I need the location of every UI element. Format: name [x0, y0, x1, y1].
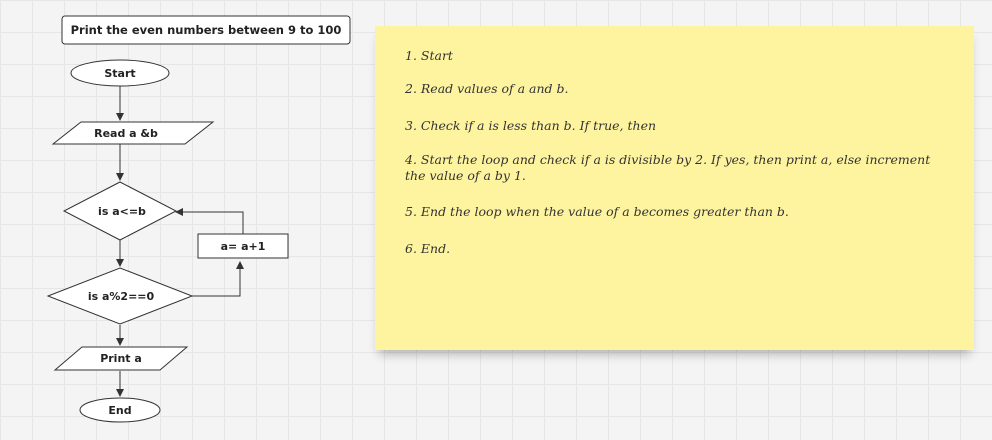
- connector-even-check-to-increment: [192, 261, 244, 297]
- start-label: Start: [104, 67, 135, 80]
- sticky-step-1: 1. Start: [405, 48, 453, 63]
- decision-even-check-label: is a%2==0: [88, 290, 155, 303]
- increment-process-box[interactable]: a= a+1: [197, 233, 289, 259]
- read-input-label: Read a &b: [94, 127, 158, 140]
- sticky-note[interactable]: 1. Start 2. Read values of a and b. 3. C…: [375, 26, 974, 350]
- decision-a-le-b[interactable]: is a<=b: [62, 181, 178, 241]
- flowchart: Print the even numbers between 9 to 100 …: [46, 15, 351, 423]
- decision-a-le-b-label: is a<=b: [98, 205, 146, 218]
- read-input-shape[interactable]: Read a &b: [51, 121, 215, 145]
- start-terminator[interactable]: Start: [70, 59, 170, 87]
- sticky-step-3: 3. Check if a is less than b. If true, t…: [405, 118, 657, 133]
- title-text: Print the even numbers between 9 to 100: [71, 23, 342, 37]
- sticky-step-4: 4. Start the loop and check if a is divi…: [405, 152, 931, 183]
- end-label: End: [108, 404, 131, 417]
- end-terminator[interactable]: End: [79, 397, 161, 423]
- print-output-shape[interactable]: Print a: [53, 346, 189, 371]
- decision-even-check[interactable]: is a%2==0: [46, 267, 194, 325]
- print-output-label: Print a: [100, 352, 142, 365]
- title-box[interactable]: Print the even numbers between 9 to 100: [61, 15, 351, 45]
- increment-label: a= a+1: [221, 240, 266, 253]
- whiteboard-canvas[interactable]: Print the even numbers between 9 to 100 …: [0, 0, 992, 440]
- sticky-step-5: 5. End the loop when the value of a beco…: [405, 204, 789, 219]
- connector-increment-to-condition: [175, 208, 244, 234]
- sticky-step-6: 6. End.: [405, 241, 451, 256]
- sticky-step-2: 2. Read values of a and b.: [405, 81, 569, 96]
